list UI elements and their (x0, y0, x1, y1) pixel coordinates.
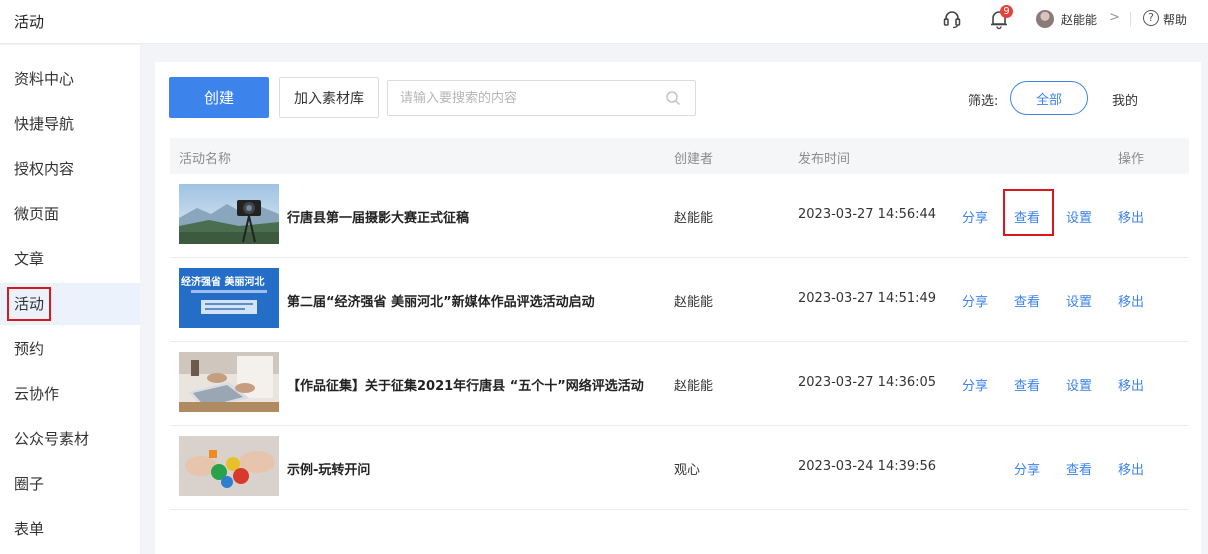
sidebar-item-quick-nav[interactable]: 快捷导航 (0, 103, 140, 145)
sidebar-item-label: 公众号素材 (14, 430, 90, 448)
activity-creator: 赵能能 (674, 379, 714, 394)
activity-time: 2023-03-27 14:51:49 (798, 291, 937, 306)
sidebar-item-booking[interactable]: 预约 (0, 328, 140, 370)
sidebar: 资料中心 快捷导航 授权内容 微页面 文章 活动 预约 云协作 公众号素材 圈子… (0, 45, 140, 554)
activity-time: 2023-03-27 14:56:44 (798, 207, 937, 222)
sidebar-item-label: 圈子 (14, 475, 45, 493)
sidebar-item-circle[interactable]: 圈子 (0, 463, 140, 505)
column-header-creator: 创建者 (674, 152, 714, 167)
page-title: 活动 (14, 13, 45, 31)
sidebar-item-label: 资料中心 (14, 70, 75, 88)
sidebar-item-label: 云协作 (14, 385, 60, 403)
activity-creator: 赵能能 (674, 295, 714, 310)
activity-time: 2023-03-27 14:36:05 (798, 375, 937, 390)
table-row: 示例-玩转开问 观心 2023-03-24 14:39:56 分享 查看 移出 (170, 426, 1189, 510)
settings-button[interactable]: 设置 (1066, 291, 1092, 310)
sidebar-item-article[interactable]: 文章 (0, 238, 140, 280)
help-link[interactable]: 帮助 (1163, 11, 1187, 28)
sidebar-item-label: 授权内容 (14, 160, 75, 178)
sidebar-item-activity[interactable]: 活动 (0, 283, 140, 325)
divider (1130, 12, 1131, 26)
sidebar-item-label: 表单 (14, 520, 45, 538)
share-button[interactable]: 分享 (962, 207, 988, 226)
chevron-right-icon[interactable]: > (1109, 10, 1120, 25)
activity-creator: 赵能能 (674, 211, 714, 226)
share-button[interactable]: 分享 (962, 375, 988, 394)
avatar[interactable] (1036, 10, 1054, 28)
filter-mine-button[interactable]: 我的 (1112, 90, 1138, 109)
table-row: 【作品征集】关于征集2021年行唐县 “五个十”网络评选活动 赵能能 2023-… (170, 342, 1189, 426)
user-name[interactable]: 赵能能 (1061, 11, 1097, 28)
add-to-library-button[interactable]: 加入素材库 (279, 77, 379, 118)
thumbnail-caption: 经济强省 美丽河北 (181, 277, 265, 288)
help-icon[interactable]: ? (1143, 10, 1159, 26)
sidebar-item-label: 活动 (7, 287, 52, 321)
share-button[interactable]: 分享 (1014, 459, 1040, 478)
notification-badge: 9 (1000, 5, 1013, 18)
top-bar: 活动 9 赵能能 > ? 帮助 (0, 0, 1208, 44)
sidebar-item-resource-center[interactable]: 资料中心 (0, 58, 140, 100)
column-header-time: 发布时间 (798, 152, 851, 167)
sidebar-item-wechat-material[interactable]: 公众号素材 (0, 418, 140, 460)
remove-button[interactable]: 移出 (1118, 207, 1144, 226)
activity-title[interactable]: 行唐县第一届摄影大赛正式征稿 (287, 207, 469, 226)
view-button[interactable]: 查看 (1014, 291, 1040, 310)
filter-label: 筛选: (968, 94, 999, 109)
remove-button[interactable]: 移出 (1118, 459, 1144, 478)
settings-button[interactable]: 设置 (1066, 375, 1092, 394)
activity-creator: 观心 (674, 463, 701, 478)
activity-thumbnail[interactable]: 经济强省 美丽河北 (179, 268, 279, 328)
create-button[interactable]: 创建 (169, 77, 269, 118)
sidebar-item-micro-page[interactable]: 微页面 (0, 193, 140, 235)
activity-title[interactable]: 第二届“经济强省 美丽河北”新媒体作品评选活动启动 (287, 291, 595, 310)
view-button[interactable]: 查看 (1066, 459, 1092, 478)
sidebar-item-label: 微页面 (14, 205, 60, 223)
view-button[interactable]: 查看 (1014, 375, 1040, 394)
search-icon[interactable] (665, 90, 681, 106)
highlight-box (1003, 189, 1054, 236)
remove-button[interactable]: 移出 (1118, 291, 1144, 310)
headset-icon[interactable] (942, 9, 962, 29)
activity-thumbnail[interactable] (179, 436, 279, 496)
activity-title[interactable]: 示例-玩转开问 (287, 459, 370, 478)
table-row: 经济强省 美丽河北 第二届“经济强省 美丽河北”新媒体作品评选活动启动 赵能能 … (170, 258, 1189, 342)
search-box (387, 80, 696, 116)
activity-thumbnail[interactable] (179, 184, 279, 244)
sidebar-item-label: 预约 (14, 340, 45, 358)
share-button[interactable]: 分享 (962, 291, 988, 310)
sidebar-item-label: 快捷导航 (14, 115, 75, 133)
activity-thumbnail[interactable] (179, 352, 279, 412)
search-input[interactable] (388, 81, 648, 115)
filter-all-button[interactable]: 全部 (1010, 81, 1088, 115)
sidebar-item-label: 文章 (14, 250, 45, 268)
column-header-name: 活动名称 (179, 152, 232, 167)
activity-time: 2023-03-24 14:39:56 (798, 459, 937, 474)
remove-button[interactable]: 移出 (1118, 375, 1144, 394)
settings-button[interactable]: 设置 (1066, 207, 1092, 226)
table-header: 活动名称 创建者 发布时间 操作 (170, 138, 1189, 174)
sidebar-item-cloud-collab[interactable]: 云协作 (0, 373, 140, 415)
column-header-actions: 操作 (1118, 152, 1145, 167)
sidebar-item-form[interactable]: 表单 (0, 508, 140, 550)
sidebar-item-authorized[interactable]: 授权内容 (0, 148, 140, 190)
activity-title[interactable]: 【作品征集】关于征集2021年行唐县 “五个十”网络评选活动 (287, 375, 644, 394)
